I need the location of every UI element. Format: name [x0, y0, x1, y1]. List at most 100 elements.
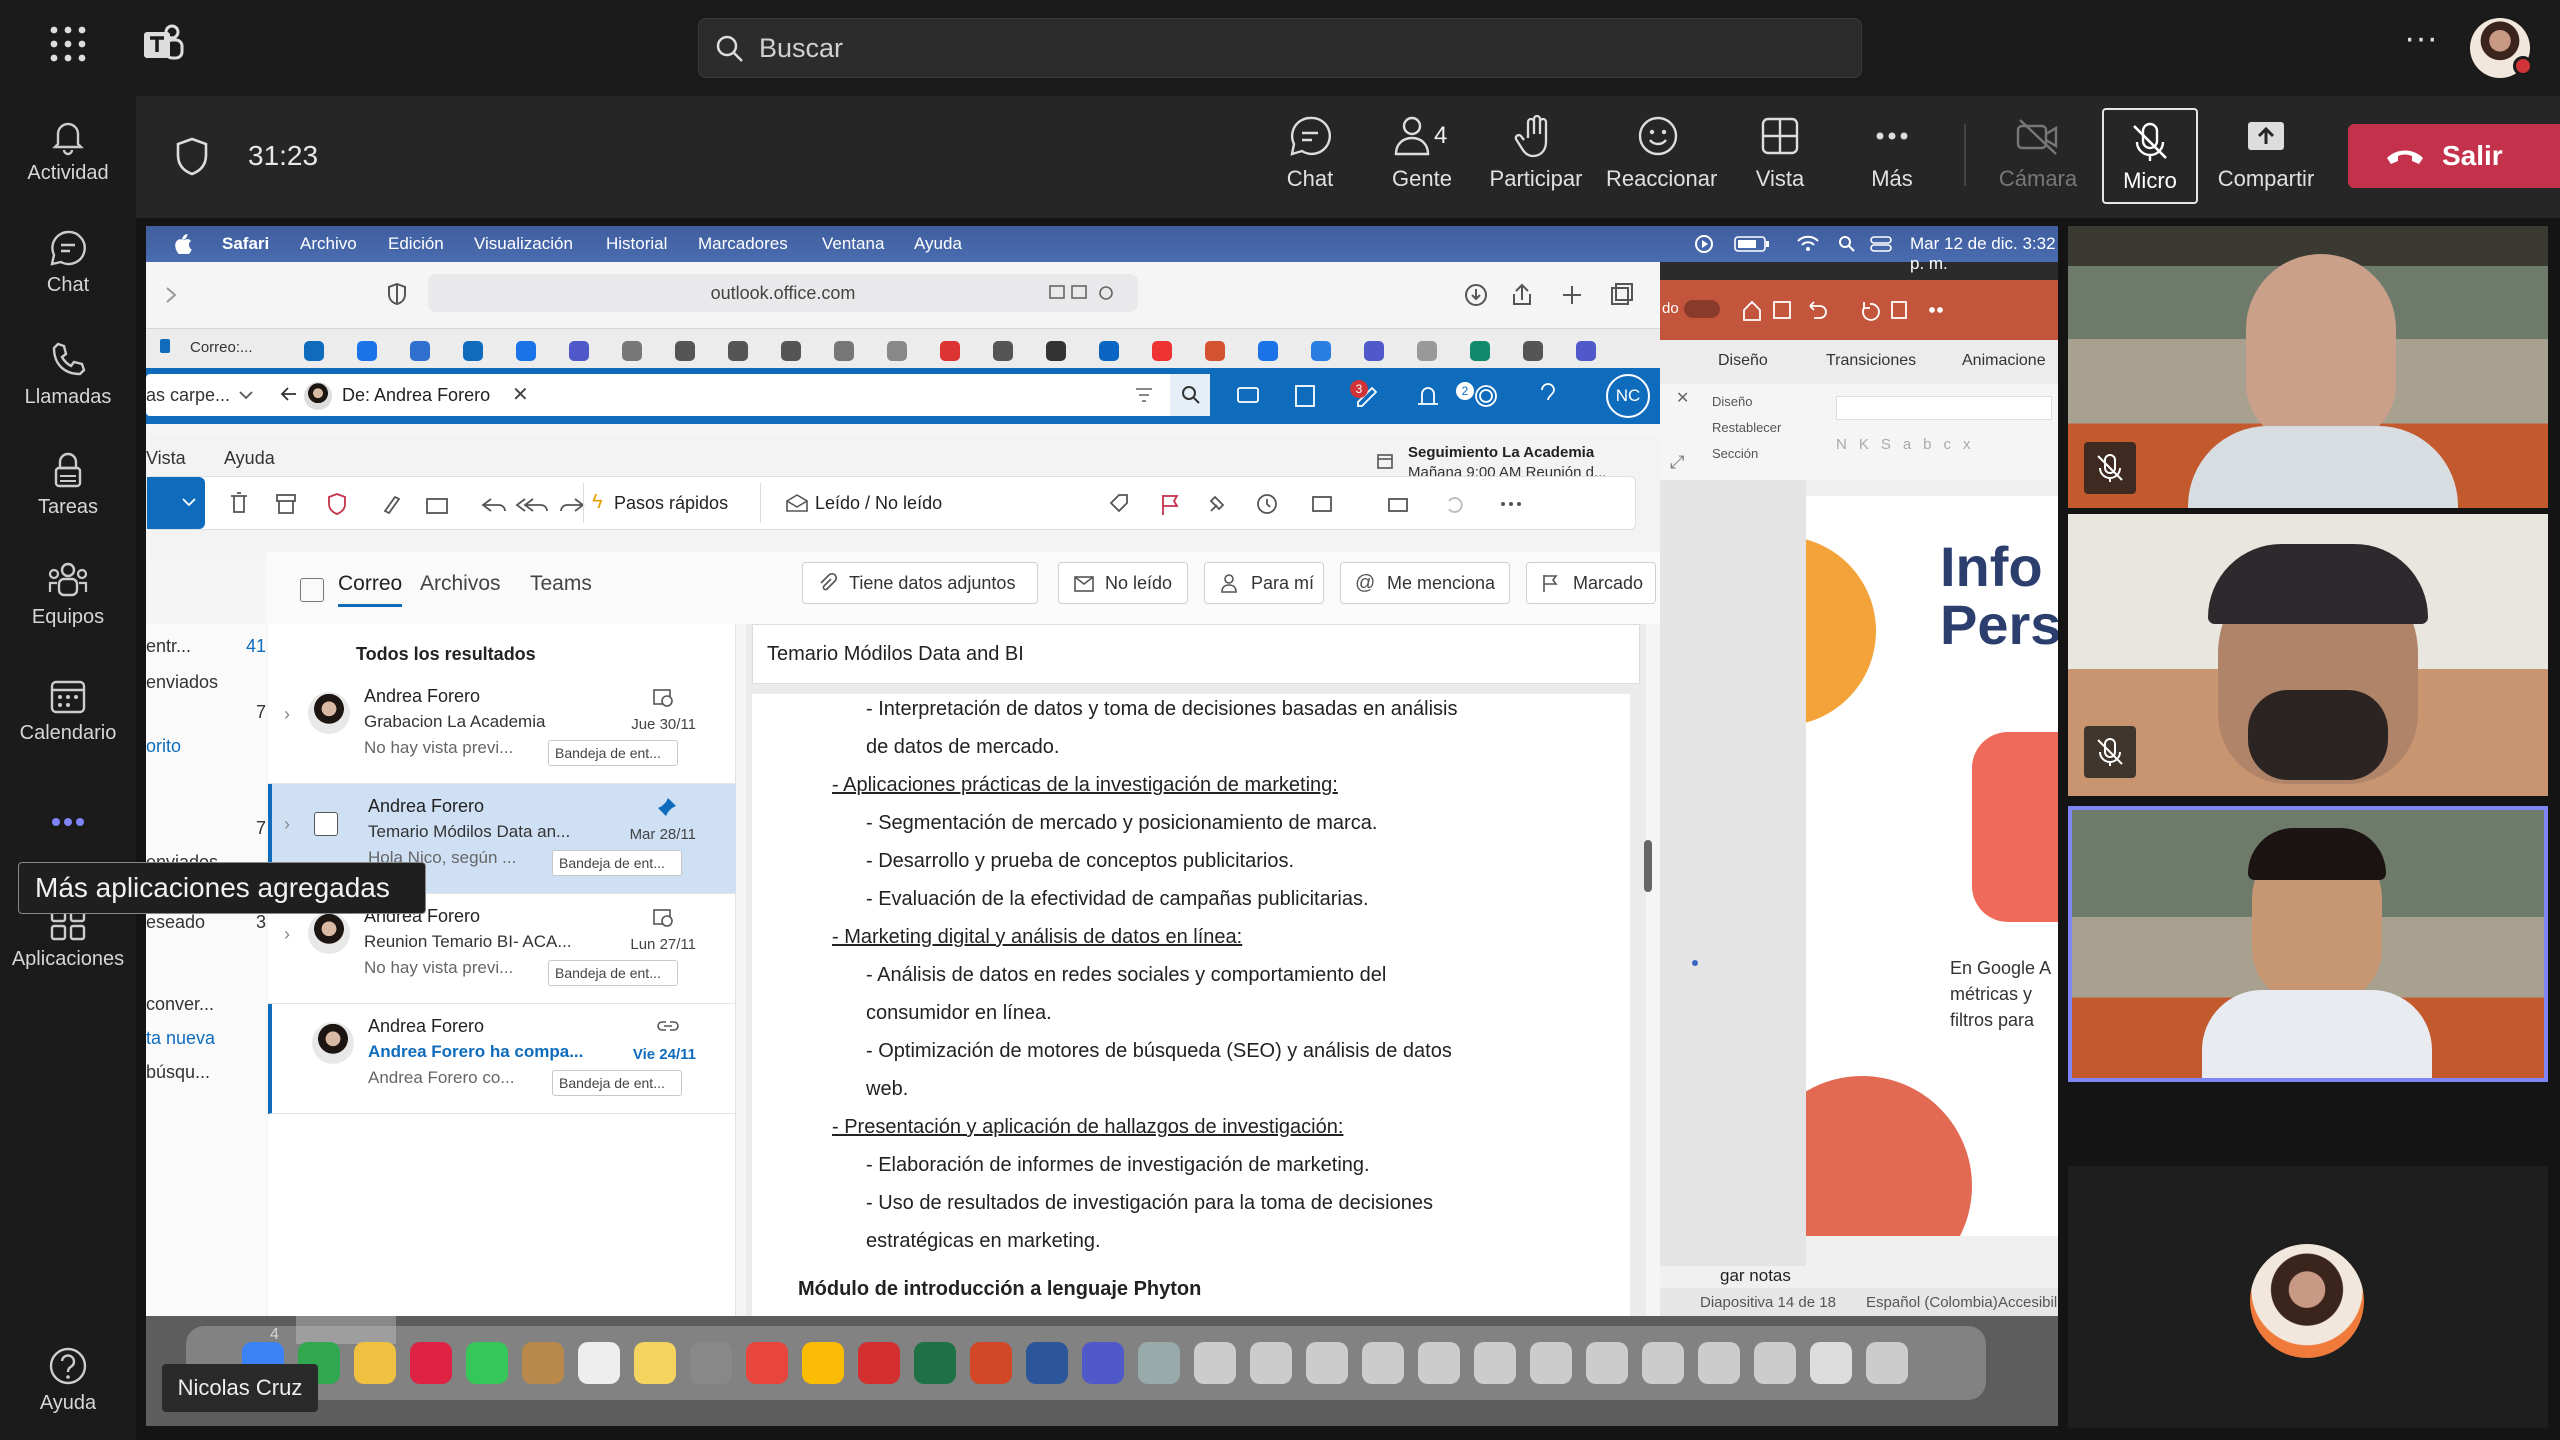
dock-app-icon[interactable] [970, 1342, 1012, 1384]
dock-app-icon[interactable] [1754, 1342, 1796, 1384]
mac-menu-item[interactable]: Ayuda [914, 234, 962, 254]
rail-item-calendar[interactable]: Calendario [0, 676, 136, 745]
folder-item[interactable]: eseado 3 [146, 912, 266, 938]
rail-item-tasks[interactable]: Tareas [0, 450, 136, 519]
tab-favicon[interactable] [993, 341, 1013, 361]
toolbar-more-icons[interactable] [1107, 491, 1607, 517]
ppt-ribbon-item[interactable]: Sección [1712, 446, 1758, 461]
tab-favicon[interactable] [1258, 341, 1278, 361]
more-apps-icon[interactable] [46, 808, 90, 836]
font-select[interactable] [1836, 396, 2052, 420]
dock-app-icon[interactable] [1362, 1342, 1404, 1384]
mic-button[interactable]: Micro [2102, 108, 2198, 204]
mac-menu-item[interactable]: Visualización [474, 234, 573, 254]
filter-mentions[interactable]: @ Me menciona [1340, 562, 1510, 604]
chevron-right-icon[interactable]: › [284, 814, 290, 835]
tab-favicon[interactable] [569, 341, 589, 361]
folder-item[interactable]: orito [146, 736, 266, 762]
app-launcher-icon[interactable] [48, 24, 88, 64]
expand-icon[interactable]: ⤢ [1670, 452, 1684, 473]
tab-favicon[interactable] [1205, 341, 1225, 361]
shield-icon[interactable] [386, 282, 408, 306]
tab-favicon[interactable] [1152, 341, 1172, 361]
rail-item-help[interactable]: Ayuda [0, 1346, 136, 1415]
dock-app-icon[interactable] [1810, 1342, 1852, 1384]
ppt-quick-access-icons[interactable] [1740, 298, 1950, 322]
dock-app-icon[interactable] [578, 1342, 620, 1384]
dock-app-icon[interactable] [1418, 1342, 1460, 1384]
search-submit[interactable] [1170, 374, 1210, 416]
list-item-unread[interactable]: Andrea Forero Andrea Forero ha compa... … [268, 1004, 736, 1114]
new-mail-split-button[interactable] [147, 477, 205, 529]
tab-archivos[interactable]: Archivos [420, 572, 501, 596]
tab-favicon[interactable] [1311, 341, 1331, 361]
tab-favicon[interactable] [463, 341, 483, 361]
chevron-right-icon[interactable]: › [284, 924, 290, 945]
dock-app-icon[interactable] [1194, 1342, 1236, 1384]
forward-arrow-icon[interactable] [164, 286, 178, 304]
dock-app-icon[interactable] [858, 1342, 900, 1384]
select-all-checkbox[interactable] [300, 578, 324, 602]
leave-button[interactable]: Salir [2348, 124, 2560, 188]
mac-menu-item[interactable]: Marcadores [698, 234, 788, 254]
tab-favicon[interactable] [887, 341, 907, 361]
rail-item-calls[interactable]: Llamadas [0, 340, 136, 409]
dock-app-icon[interactable] [914, 1342, 956, 1384]
shield-icon[interactable] [174, 136, 210, 176]
dock-app-icon[interactable] [634, 1342, 676, 1384]
folder-item[interactable]: entr... 41 [146, 636, 266, 662]
close-icon[interactable]: ✕ [1676, 388, 1689, 408]
dock-app-icon[interactable] [1698, 1342, 1740, 1384]
dock-app-icon[interactable] [1586, 1342, 1628, 1384]
chat-button[interactable]: Chat [1258, 114, 1362, 192]
add-notes[interactable]: gar notas [1720, 1266, 1791, 1286]
view-button[interactable]: Vista [1728, 114, 1832, 192]
outlook-header-icons[interactable] [1232, 380, 1592, 412]
ppt-tab[interactable]: Diseño [1718, 352, 1768, 370]
dock-app-icon[interactable] [802, 1342, 844, 1384]
quick-steps-button[interactable]: ϟ Pasos rápidos [583, 483, 761, 523]
camera-button[interactable]: Cámara [1986, 114, 2090, 192]
dock-app-icon[interactable] [1138, 1342, 1180, 1384]
translate-icon[interactable] [1048, 284, 1118, 302]
share-button[interactable]: Compartir [2214, 114, 2318, 192]
filter-unread[interactable]: No leído [1058, 562, 1188, 604]
filter-to-me[interactable]: Para mí [1204, 562, 1324, 604]
more-button[interactable]: Más [1840, 114, 1944, 192]
tab-favicon[interactable] [357, 341, 377, 361]
mac-menu-item[interactable]: Ventana [822, 234, 884, 254]
tab-favicon[interactable] [304, 341, 324, 361]
tab-favicon[interactable] [1417, 341, 1437, 361]
reminder-title[interactable]: Seguimiento La Academia [1408, 444, 1594, 461]
dock-app-icon[interactable] [522, 1342, 564, 1384]
more-options-icon[interactable]: ··· [2404, 21, 2440, 64]
folder-item[interactable]: conver... [146, 994, 266, 1020]
dock-app-icon[interactable] [1250, 1342, 1292, 1384]
filter-icon[interactable] [1134, 386, 1154, 404]
url-bar[interactable]: outlook.office.com [428, 274, 1138, 312]
participant-tile-active-speaker[interactable] [2068, 806, 2548, 1082]
back-arrow-icon[interactable] [280, 386, 298, 402]
ppt-tab[interactable]: Transiciones [1826, 352, 1916, 370]
ppt-ribbon-item[interactable]: Diseño [1712, 394, 1752, 409]
dock-app-icon[interactable] [1306, 1342, 1348, 1384]
folder-item[interactable]: enviados [146, 672, 266, 698]
folder-item[interactable]: ta nueva [146, 1028, 266, 1054]
ppt-tab[interactable]: Animacione [1962, 352, 2046, 370]
people-button[interactable]: 4 Gente [1370, 114, 1474, 192]
mac-menu-item[interactable]: Edición [388, 234, 444, 254]
filter-has-attachments[interactable]: Tiene datos adjuntos [802, 562, 1038, 604]
dock-app-icon[interactable] [1474, 1342, 1516, 1384]
search-input[interactable]: Buscar [698, 18, 1862, 78]
dock-app-icon[interactable] [1082, 1342, 1124, 1384]
tab-favicons[interactable] [304, 337, 1654, 363]
list-item[interactable]: › Andrea Forero Grabacion La Academia No… [268, 674, 736, 784]
dock-app-icon[interactable] [1642, 1342, 1684, 1384]
raise-hand-button[interactable]: Participar [1484, 114, 1588, 192]
user-initials-avatar[interactable]: NC [1606, 374, 1650, 418]
dock-app-icon[interactable] [354, 1342, 396, 1384]
chevron-right-icon[interactable]: › [284, 704, 290, 725]
tab-favicon[interactable] [622, 341, 642, 361]
dock-icons[interactable] [242, 1338, 1982, 1388]
tab-favicon[interactable] [516, 341, 536, 361]
